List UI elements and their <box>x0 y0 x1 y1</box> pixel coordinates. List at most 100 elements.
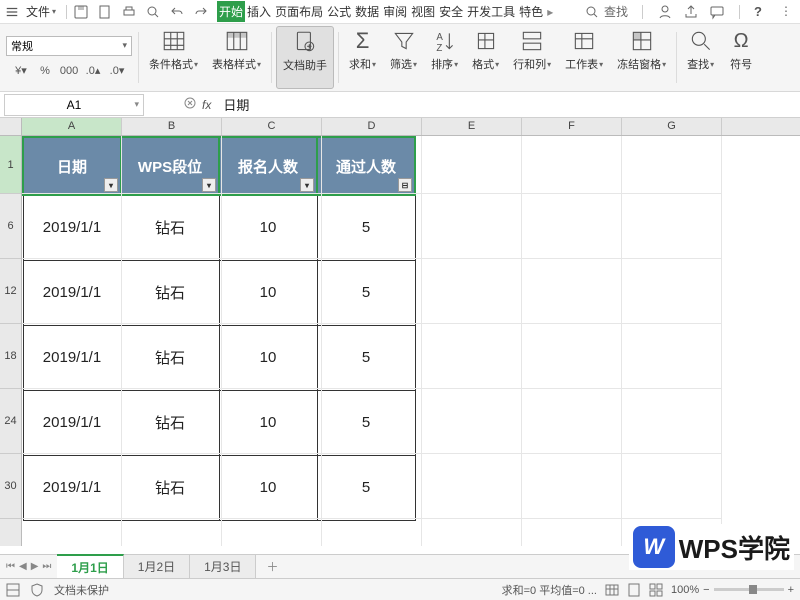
sheet-tab-1[interactable]: 1月2日 <box>124 555 190 578</box>
save-icon[interactable] <box>73 4 89 20</box>
cell[interactable] <box>622 454 722 519</box>
percent-icon[interactable]: % <box>36 62 54 80</box>
cell[interactable] <box>422 194 522 259</box>
cell[interactable] <box>522 454 622 519</box>
spreadsheet-grid[interactable]: ABCDEFG 1612182430 日期▾WPS段位▾报名人数▾通过人数⊟ 2… <box>0 118 800 546</box>
cell[interactable] <box>522 519 622 546</box>
tab-layout[interactable]: 页面布局 <box>273 1 325 22</box>
table-style-button[interactable]: 表格样式▾ <box>206 26 267 89</box>
row-header-1[interactable]: 1 <box>0 136 21 194</box>
cell[interactable] <box>122 519 222 546</box>
cell[interactable] <box>622 136 722 194</box>
cell[interactable] <box>422 389 522 454</box>
sum-button[interactable]: Σ 求和▾ <box>343 26 382 89</box>
print-icon[interactable] <box>121 4 137 20</box>
cell[interactable] <box>422 454 522 519</box>
zoom-slider[interactable] <box>714 588 784 591</box>
cell[interactable] <box>322 454 422 519</box>
worksheet-button[interactable]: 工作表▾ <box>559 26 609 89</box>
cell[interactable] <box>22 259 122 324</box>
zoom-label[interactable]: 100% <box>671 584 699 596</box>
dec-decimal-icon[interactable]: .0▾ <box>108 62 126 80</box>
zoom-in[interactable]: + <box>788 584 794 596</box>
cell[interactable] <box>522 136 622 194</box>
hamburger-icon[interactable] <box>4 4 20 20</box>
cell[interactable] <box>122 324 222 389</box>
cell[interactable] <box>522 259 622 324</box>
sheet-add-button[interactable]: ＋ <box>256 555 288 578</box>
cell[interactable] <box>122 136 222 194</box>
row-header-30[interactable]: 30 <box>0 454 21 519</box>
tab-review[interactable]: 审阅 <box>381 1 409 22</box>
tab-view[interactable]: 视图 <box>409 1 437 22</box>
search-button[interactable]: 查找 <box>584 3 628 20</box>
view-page-icon[interactable] <box>627 583 641 597</box>
sheet-nav-first[interactable]: ⏮ <box>6 561 15 572</box>
cell[interactable] <box>222 454 322 519</box>
cell[interactable] <box>422 259 522 324</box>
sheet-tab-2[interactable]: 1月3日 <box>190 555 256 578</box>
status-mode-icon[interactable] <box>6 583 20 597</box>
col-header-C[interactable]: C <box>222 118 322 135</box>
tab-insert[interactable]: 插入 <box>245 1 273 22</box>
help-icon[interactable]: ? <box>754 4 770 20</box>
cell[interactable] <box>122 194 222 259</box>
tab-data[interactable]: 数据 <box>353 1 381 22</box>
tab-security[interactable]: 安全 <box>437 1 465 22</box>
find-button[interactable]: 查找▾ <box>681 26 720 89</box>
fx-icon[interactable]: fx <box>202 98 211 112</box>
user-icon[interactable] <box>657 4 673 20</box>
formula-input[interactable]: 日期 <box>217 94 800 116</box>
sheet-tab-0[interactable]: 1月1日 <box>57 554 123 580</box>
cell[interactable] <box>222 194 322 259</box>
cell[interactable] <box>122 259 222 324</box>
row-header-18[interactable]: 18 <box>0 324 21 389</box>
cell[interactable] <box>322 259 422 324</box>
cell[interactable] <box>422 519 522 546</box>
cell[interactable] <box>322 194 422 259</box>
row-header-24[interactable]: 24 <box>0 389 21 454</box>
cell[interactable] <box>622 259 722 324</box>
inc-decimal-icon[interactable]: .0▴ <box>84 62 102 80</box>
filter-button[interactable]: 筛选▾ <box>384 26 423 89</box>
more-icon[interactable]: ⋮ <box>780 4 796 20</box>
rowcol-button[interactable]: 行和列▾ <box>507 26 557 89</box>
cell[interactable] <box>422 136 522 194</box>
tab-formula[interactable]: 公式 <box>325 1 353 22</box>
col-header-G[interactable]: G <box>622 118 722 135</box>
format-button[interactable]: 格式▾ <box>466 26 505 89</box>
tab-more[interactable]: ▸ <box>545 3 555 21</box>
tab-special[interactable]: 特色 <box>517 1 545 22</box>
thousand-icon[interactable]: 000 <box>60 62 78 80</box>
cancel-formula-icon[interactable] <box>184 97 196 112</box>
cell[interactable] <box>22 519 122 546</box>
col-header-E[interactable]: E <box>422 118 522 135</box>
cell[interactable] <box>322 324 422 389</box>
col-header-A[interactable]: A <box>22 118 122 135</box>
cell[interactable] <box>522 194 622 259</box>
share-icon[interactable] <box>683 4 699 20</box>
currency-icon[interactable]: ¥▾ <box>12 62 30 80</box>
cell[interactable] <box>22 194 122 259</box>
cell[interactable] <box>122 454 222 519</box>
doc-helper-button[interactable]: 文档助手 <box>276 26 334 89</box>
cell[interactable] <box>222 259 322 324</box>
redo-icon[interactable] <box>193 4 209 20</box>
col-header-F[interactable]: F <box>522 118 622 135</box>
cell[interactable] <box>522 389 622 454</box>
cell[interactable] <box>22 389 122 454</box>
select-all-corner[interactable] <box>0 118 22 136</box>
col-header-B[interactable]: B <box>122 118 222 135</box>
sheet-nav-last[interactable]: ⏭ <box>42 561 51 572</box>
cell[interactable] <box>522 324 622 389</box>
cell[interactable] <box>322 519 422 546</box>
cell[interactable] <box>322 389 422 454</box>
cell[interactable] <box>622 324 722 389</box>
row-header-6[interactable]: 6 <box>0 194 21 259</box>
feedback-icon[interactable] <box>709 4 725 20</box>
sheet-nav-prev[interactable]: ◀ <box>19 561 27 572</box>
cell[interactable] <box>22 136 122 194</box>
zoom-out[interactable]: − <box>703 584 709 596</box>
new-icon[interactable] <box>97 4 113 20</box>
view-normal-icon[interactable] <box>605 583 619 597</box>
